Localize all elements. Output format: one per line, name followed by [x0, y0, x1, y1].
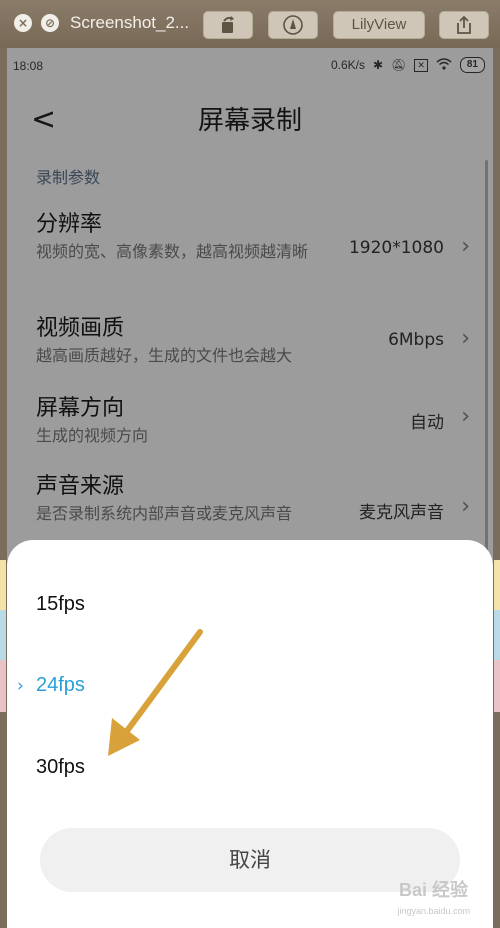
annotation-arrow — [108, 629, 203, 756]
watermark-logo: Bai 经验 — [398, 880, 468, 900]
watermark-url: jingyan.baidu.com — [397, 906, 470, 916]
preview-window: × ⊘ Screenshot_2... LilyView 18:08 0.6K/… — [0, 0, 500, 928]
